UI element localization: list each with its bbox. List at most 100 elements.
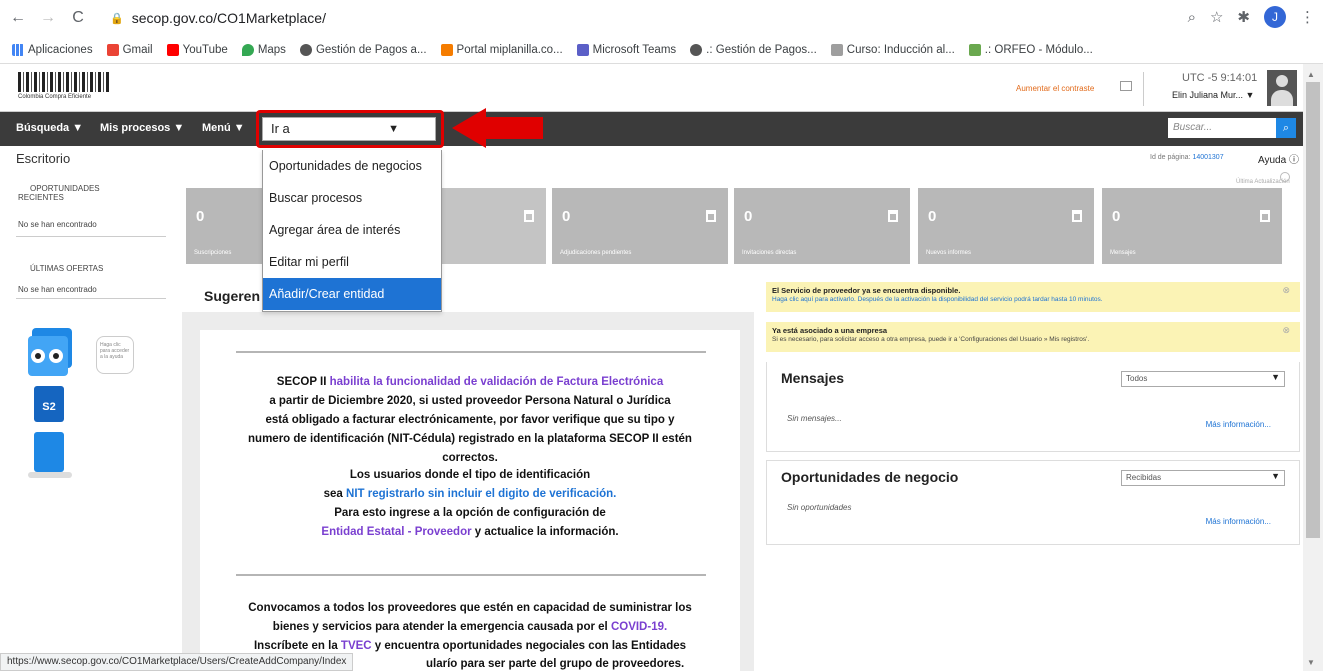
contrast-icon[interactable]	[1120, 81, 1132, 91]
page-icon	[830, 43, 843, 56]
recent-opportunities-heading-1: OPORTUNIDADES	[30, 184, 100, 193]
annotation-highlight-box	[256, 110, 444, 148]
s2-mascot-icon[interactable]: S2	[22, 322, 102, 492]
tile-nuevos-informes[interactable]: 0 Nuevos informes	[918, 188, 1094, 264]
covid-link[interactable]: COVID-19.	[611, 621, 667, 633]
suggestions-title: Sugeren	[204, 288, 261, 304]
alert-company-associated: Ya está asociado a una empresa Si es nec…	[766, 322, 1300, 352]
zoom-icon[interactable]: ⌕	[1188, 9, 1196, 26]
refresh-icon[interactable]	[1280, 172, 1290, 182]
nit-link[interactable]: NIT registrarlo sin incluir el digito de…	[346, 488, 616, 500]
bookmark-gestion-pagos[interactable]: Gestión de Pagos a...	[299, 43, 427, 56]
notice-line: Convocamos a todos los proveedores que e…	[248, 602, 692, 614]
notice-divider	[236, 574, 706, 576]
site-search-input[interactable]: Buscar...	[1168, 118, 1276, 138]
dd-editar-perfil[interactable]: Editar mi perfil	[263, 246, 441, 278]
dd-oportunidades[interactable]: Oportunidades de negocios	[263, 150, 441, 182]
dd-buscar-procesos[interactable]: Buscar procesos	[263, 182, 441, 214]
scroll-down-icon[interactable]: ▼	[1307, 658, 1315, 667]
lock-icon: 🔒	[110, 12, 124, 25]
search-icon[interactable]: ⌕	[1276, 118, 1296, 138]
menu-mis-procesos[interactable]: Mis procesos ▼	[100, 122, 184, 134]
messages-title: Mensajes	[781, 370, 845, 386]
bookmarks-bar: Aplicaciones Gmail YouTube Maps Gestión …	[0, 36, 1323, 64]
dd-agregar-area[interactable]: Agregar área de interés	[263, 214, 441, 246]
opportunities-empty: Sin oportunidades	[787, 503, 852, 512]
bookmark-gestion-pagos-2[interactable]: .: Gestión de Pagos...	[690, 43, 817, 56]
alert-provider-service[interactable]: El Servicio de proveedor ya se encuentra…	[766, 282, 1300, 312]
page-title: Escritorio	[16, 151, 71, 166]
bookmark-curso[interactable]: Curso: Inducción al...	[830, 43, 955, 56]
user-menu[interactable]: Elin Juliana Mur... ▼	[1172, 90, 1254, 100]
menu-menu[interactable]: Menú ▼	[202, 122, 245, 134]
colombia-compra-logo[interactable]: Colombia Compra Eficiente	[18, 72, 110, 104]
bookmark-orfeo[interactable]: .: ORFEO - Módulo...	[968, 43, 1093, 56]
help-bubble[interactable]: Haga clic para acceder a la ayuda	[96, 336, 134, 374]
dd-anadir-entidad[interactable]: Añadir/Crear entidad	[263, 278, 441, 310]
bookmark-maps[interactable]: Maps	[241, 43, 286, 56]
annotation-arrow-icon	[452, 108, 486, 148]
back-icon[interactable]: ←	[6, 6, 30, 30]
scroll-up-icon[interactable]: ▲	[1307, 70, 1315, 79]
latest-offers-heading: ÚLTIMAS OFERTAS	[30, 264, 104, 273]
contrast-link[interactable]: Aumentar el contraste	[1016, 84, 1094, 93]
bookmark-miplanilla[interactable]: Portal miplanilla.co...	[440, 43, 563, 56]
tile-briefcase-icon	[524, 210, 534, 222]
recent-opportunities-empty: No se han encontrado	[18, 220, 97, 229]
tile-adjudicaciones[interactable]: 0 Adjudicaciones pendientes	[552, 188, 728, 264]
user-avatar[interactable]	[1267, 70, 1297, 106]
notice-line: Para esto ingrese a la opción de configu…	[334, 507, 606, 519]
globe-icon	[690, 43, 703, 56]
tvec-link[interactable]: TVEC	[341, 640, 372, 652]
forward-icon[interactable]: →	[36, 6, 60, 30]
caret-down-icon: ▼	[1271, 471, 1280, 481]
bookmark-teams[interactable]: Microsoft Teams	[576, 43, 676, 56]
extensions-icon[interactable]: ✱	[1237, 8, 1250, 26]
notice-line: bienes y servicios para atender la emerg…	[272, 621, 668, 633]
entidad-proveedor-link[interactable]: Entidad Estatal - Proveedor	[321, 526, 471, 538]
url-text: secop.gov.co/CO1Marketplace/	[131, 10, 326, 26]
factura-link[interactable]: habilita la funcionalidad de validación …	[330, 376, 664, 388]
browser-menu-icon[interactable]: ⋮	[1300, 8, 1315, 26]
tile-briefcase-icon	[706, 210, 716, 222]
messages-more-link[interactable]: Más información...	[1206, 420, 1271, 429]
barcode-logo-icon	[18, 72, 110, 92]
profile-avatar[interactable]: J	[1264, 6, 1286, 28]
checkmark-icon	[440, 43, 453, 56]
opportunities-filter-select[interactable]: Recibidas ▼	[1121, 470, 1285, 486]
tile-invitaciones[interactable]: 0 Invitaciones directas	[734, 188, 910, 264]
messages-panel: Mensajes Todos ▼ Sin mensajes... Más info…	[766, 362, 1300, 452]
tile-mensajes[interactable]: 0 Mensajes	[1102, 188, 1282, 264]
star-icon[interactable]: ☆	[1210, 8, 1223, 26]
maps-pin-icon	[241, 43, 254, 56]
browser-status-bar: https://www.secop.gov.co/CO1Marketplace/…	[0, 653, 354, 671]
notice-line: está obligado a facturar electrónicament…	[265, 414, 675, 426]
notice-line: SECOP II habilita la funcionalidad de va…	[276, 376, 664, 388]
opportunities-title: Oportunidades de negocio	[781, 469, 959, 485]
opportunities-more-link[interactable]: Más información...	[1206, 517, 1271, 526]
sidebar-divider	[16, 236, 166, 237]
help-link[interactable]: Ayuda ⓘ	[1258, 151, 1299, 166]
address-bar[interactable]: 🔒 secop.gov.co/CO1Marketplace/	[98, 4, 1150, 32]
reload-icon[interactable]: C	[66, 6, 90, 30]
messages-filter-select[interactable]: Todos ▼	[1121, 371, 1285, 387]
notice-line: numero de identificación (NIT-Cédula) re…	[248, 433, 692, 445]
notice-line: Entidad Estatal - Proveedor y actualice …	[321, 526, 619, 538]
orfeo-icon	[968, 43, 981, 56]
scroll-thumb[interactable]	[1306, 82, 1320, 538]
latest-offers-empty: No se han encontrado	[18, 285, 97, 294]
header-divider	[1143, 72, 1144, 106]
browser-actions: ⌕ ☆ ✱ J ⋮	[1188, 6, 1315, 28]
close-icon[interactable]: ⊗	[1282, 325, 1290, 336]
site-header: Colombia Compra Eficiente Aumentar el co…	[0, 64, 1323, 112]
close-icon[interactable]: ⊗	[1282, 285, 1290, 296]
sidebar-divider	[16, 298, 166, 299]
menu-busqueda[interactable]: Búsqueda ▼	[16, 122, 83, 134]
utc-clock: UTC -5 9:14:01	[1182, 72, 1258, 84]
bookmark-youtube[interactable]: YouTube	[166, 43, 228, 56]
opportunities-panel: Oportunidades de negocio Recibidas ▼ Sin …	[766, 460, 1300, 545]
bookmark-gmail[interactable]: Gmail	[106, 43, 153, 56]
notice-line: sea NIT registrarlo sin incluir el digit…	[323, 488, 617, 500]
bookmark-apps[interactable]: Aplicaciones	[12, 43, 93, 56]
messages-empty: Sin mensajes...	[787, 414, 842, 423]
